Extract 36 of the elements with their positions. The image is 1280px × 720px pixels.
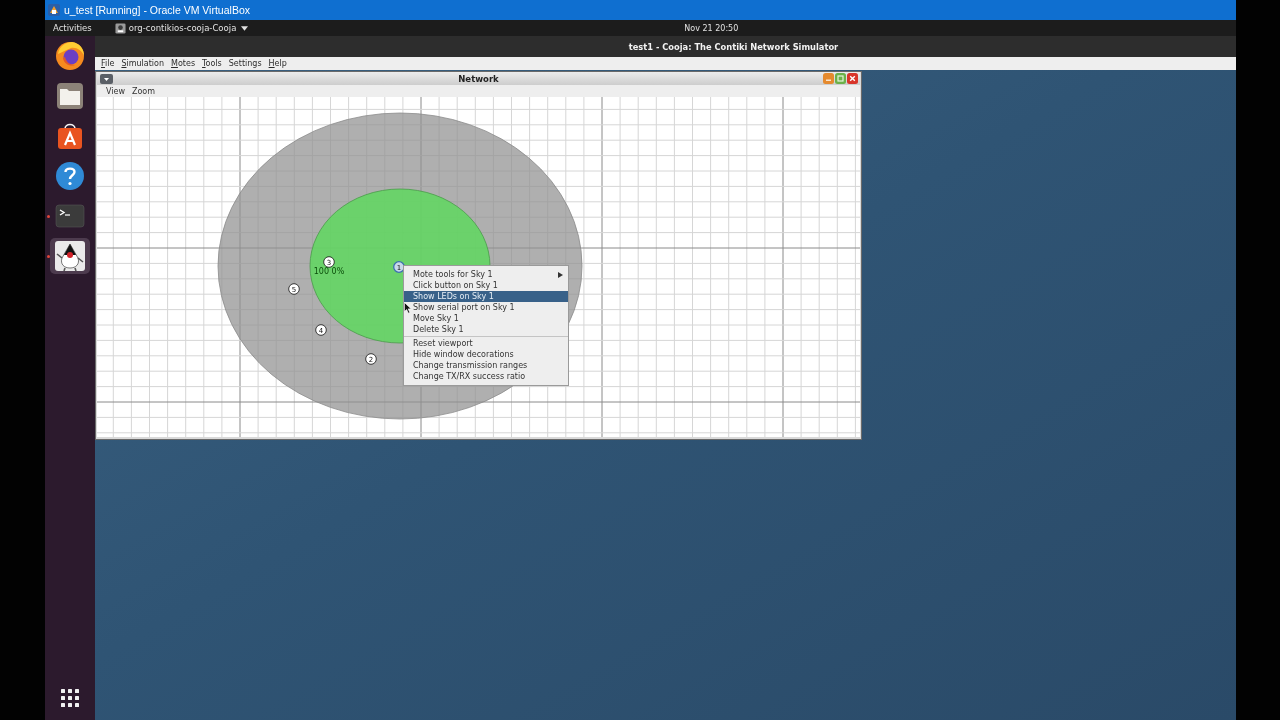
menu-item[interactable]: Reset viewport — [404, 338, 568, 349]
menu-item[interactable]: Motes — [171, 59, 196, 68]
menu-item[interactable]: Tools — [202, 59, 222, 68]
menu-item[interactable]: File — [101, 59, 115, 68]
menu-item[interactable]: Help — [268, 59, 287, 68]
window-app-icon — [47, 3, 61, 17]
menu-item[interactable]: Change TX/RX success ratio — [404, 371, 568, 382]
window-title: Network — [458, 73, 499, 84]
link-ratio-label: 100 0% — [313, 266, 345, 276]
caret-icon — [241, 25, 249, 31]
browser-icon — [54, 40, 86, 72]
menu-item[interactable]: View — [106, 86, 125, 96]
menu-item[interactable]: Zoom — [132, 86, 156, 96]
window-title: test1 - Cooja: The Contiki Network Simulator — [628, 41, 839, 52]
mascot-icon — [54, 240, 86, 272]
mouse-pointer-icon — [404, 302, 412, 314]
menu-item[interactable]: Show LEDs on Sky 1 — [404, 291, 568, 302]
folder-icon — [54, 80, 86, 112]
menu-item[interactable]: Delete Sky 1 — [404, 324, 568, 335]
menu-item[interactable]: Hide window decorations — [404, 349, 568, 360]
activities-button[interactable]: Activities — [53, 23, 92, 33]
help-icon — [54, 160, 86, 192]
app-grid-icon[interactable] — [61, 689, 79, 707]
menu-item[interactable]: Simulation — [121, 59, 165, 68]
menu-item[interactable]: Click button on Sky 1 — [404, 280, 568, 291]
window-menu-icon[interactable] — [100, 73, 113, 84]
menu-item[interactable]: Change transmission ranges — [404, 360, 568, 371]
clock[interactable]: Nov 21 20:50 — [684, 23, 739, 33]
app-menu[interactable]: org-contikios-cooja-Cooja — [114, 22, 249, 34]
dock-item[interactable] — [50, 238, 90, 274]
menu-item[interactable]: Move Sky 1 — [404, 313, 568, 324]
menu-item[interactable]: Mote tools for Sky 1 — [404, 269, 568, 280]
window-title: u_test [Running] - Oracle VM VirtualBox — [64, 4, 250, 16]
menu-item[interactable]: Settings — [228, 59, 262, 68]
app-icon — [114, 22, 126, 34]
close-icon[interactable] — [847, 73, 858, 84]
